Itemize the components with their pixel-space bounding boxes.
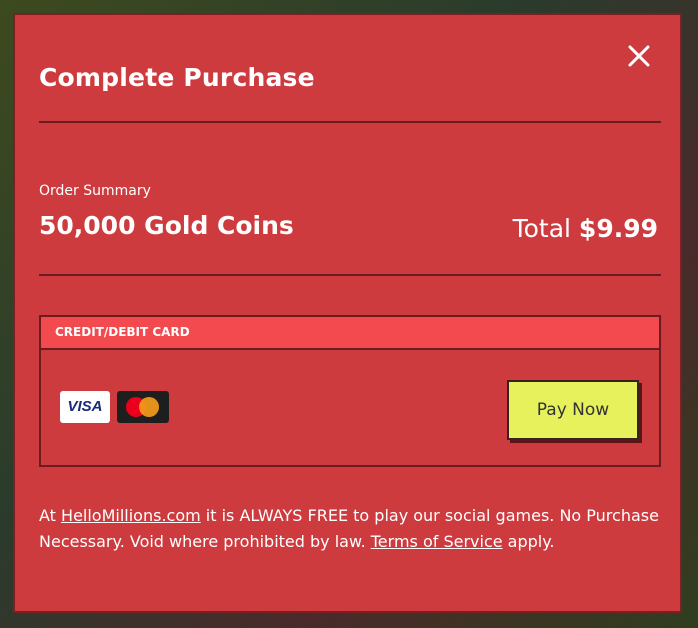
payment-method-panel: CREDIT/DEBIT CARD VISA Pay Now (39, 315, 661, 467)
order-total: Total $9.99 (513, 214, 658, 243)
payment-method-header[interactable]: CREDIT/DEBIT CARD (41, 317, 659, 350)
site-link[interactable]: HelloMillions.com (61, 506, 201, 525)
purchase-modal: Complete Purchase Order Summary 50,000 G… (13, 13, 682, 613)
mastercard-logo (117, 391, 169, 423)
pay-now-button[interactable]: Pay Now (507, 380, 639, 440)
terms-of-service-link[interactable]: Terms of Service (371, 532, 503, 551)
total-label: Total (512, 214, 571, 243)
mastercard-orange-circle (139, 397, 159, 417)
pay-now-label: Pay Now (536, 400, 610, 420)
legal-disclaimer: At HelloMillions.com it is ALWAYS FREE t… (39, 503, 659, 555)
order-summary-label: Order Summary (39, 183, 151, 199)
visa-logo: VISA (60, 391, 110, 423)
divider (39, 274, 661, 276)
close-button[interactable] (624, 41, 654, 71)
divider (39, 121, 661, 123)
payment-method-label: CREDIT/DEBIT CARD (55, 325, 190, 339)
product-name: 50,000 Gold Coins (39, 211, 294, 240)
disclaimer-prefix: At (39, 506, 62, 525)
close-icon[interactable] (624, 41, 654, 71)
visa-logo-text: VISA (67, 398, 103, 415)
modal-title: Complete Purchase (39, 63, 315, 92)
total-amount: $9.99 (578, 214, 658, 243)
disclaimer-suffix: apply. (502, 532, 555, 551)
